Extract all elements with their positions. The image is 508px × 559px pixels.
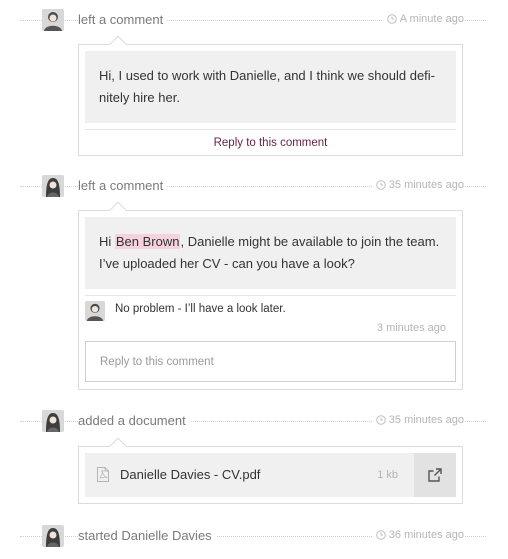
activity-time-text: 35 minutes ago [388, 179, 464, 191]
panel-notch [109, 35, 127, 53]
reply-time: 3 minutes ago [376, 322, 446, 334]
document-name[interactable]: Danielle Davies - CV.pdf [120, 467, 260, 482]
reply-text: No problem - I’ll have a look later. [115, 303, 286, 315]
clock-icon [386, 14, 397, 24]
user-mention[interactable]: Ben Brown [114, 234, 181, 249]
comment-text: Hi, I used to work with Danielle, and I … [99, 68, 436, 105]
avatar[interactable] [42, 410, 64, 432]
activity-time-text: 36 minutes ago [388, 529, 464, 541]
activity-header-2: left a comment 35 minutes ago [0, 174, 508, 200]
reply-to-comment-link[interactable]: Reply to this comment [85, 129, 456, 156]
panel-notch [109, 201, 127, 219]
external-link-icon [428, 468, 442, 482]
clock-icon [375, 530, 386, 540]
comment-bubble: Hi, I used to work with Danielle, and I … [85, 51, 456, 123]
document-item[interactable]: Danielle Davies - CV.pdf 1 kb [85, 453, 456, 497]
document-panel: Danielle Davies - CV.pdf 1 kb [78, 437, 463, 504]
document-size: 1 kb [377, 469, 398, 481]
activity-header-4: started Danielle Davies 36 minutes ago [0, 524, 508, 550]
activity-time: 35 minutes ago [371, 414, 464, 426]
activity-header-1: left a comment A minute ago [0, 8, 508, 34]
clock-icon [375, 180, 386, 190]
comment-panel-2: Hi Ben Brown, Danielle might be availabl… [78, 201, 463, 390]
panel-notch [109, 437, 127, 455]
activity-time: 36 minutes ago [371, 529, 464, 541]
avatar[interactable] [42, 525, 64, 547]
activity-label: left a comment [78, 178, 168, 193]
activity-time: 35 minutes ago [371, 179, 464, 191]
avatar[interactable] [42, 175, 64, 197]
activity-label: left a comment [78, 12, 168, 27]
comment-text-start: Hi [99, 234, 115, 249]
comment-panel-1: Hi, I used to work with Danielle, and I … [78, 35, 463, 156]
pdf-file-icon [97, 467, 109, 482]
activity-label: started Danielle Davies [78, 528, 216, 543]
clock-icon [375, 415, 386, 425]
reply-avatar[interactable] [85, 301, 105, 321]
comment-bubble: Hi Ben Brown, Danielle might be availabl… [85, 217, 456, 289]
activity-time: A minute ago [382, 13, 464, 25]
reply-input[interactable] [85, 341, 456, 382]
activity-label: added a document [78, 413, 190, 428]
activity-time-text: A minute ago [399, 13, 464, 25]
activity-time-text: 35 minutes ago [388, 414, 464, 426]
open-document-button[interactable] [414, 453, 456, 497]
activity-header-3: added a document 35 minutes ago [0, 409, 508, 435]
avatar[interactable] [42, 9, 64, 31]
reply-item: No problem - I’ll have a look later. 3 m… [85, 295, 456, 341]
